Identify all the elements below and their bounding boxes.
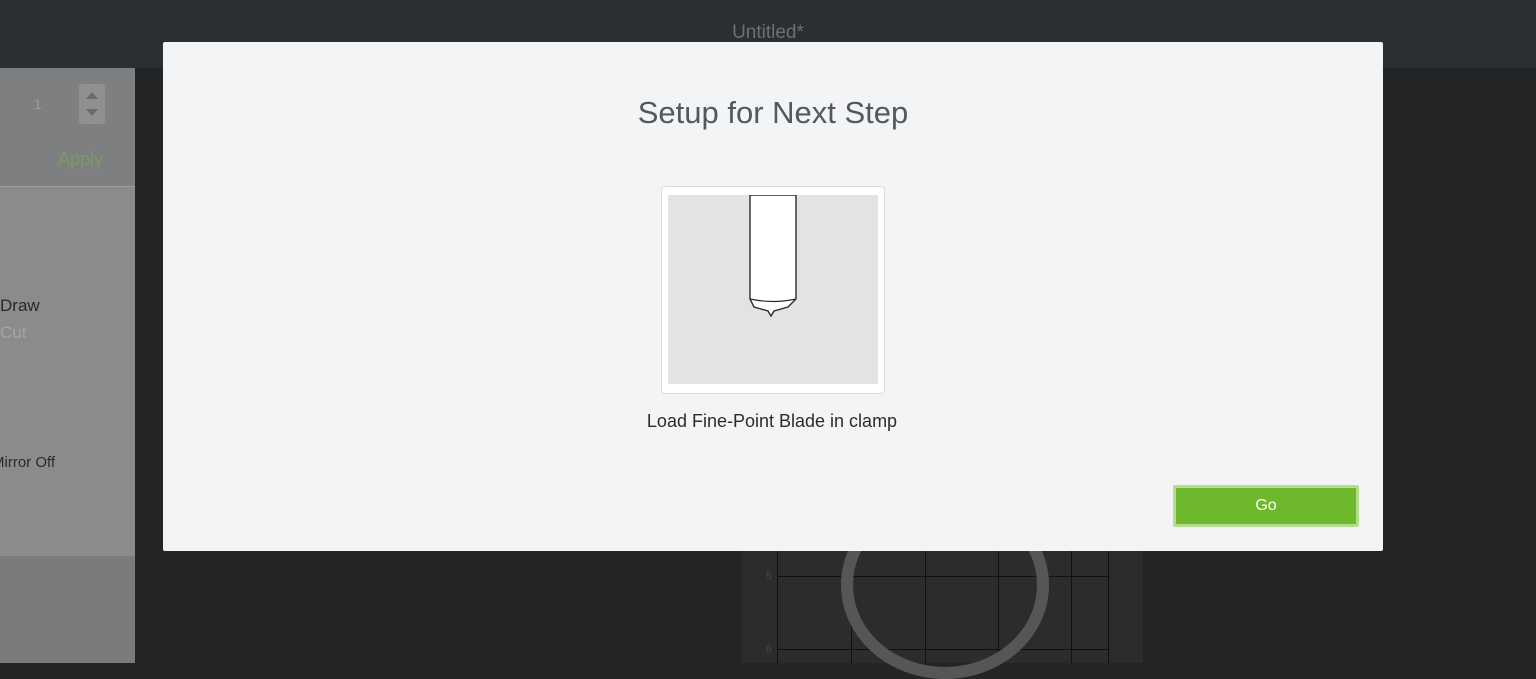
step-card (661, 186, 885, 394)
go-button[interactable]: Go (1173, 485, 1359, 527)
setup-dialog: Setup for Next Step Load Fine-Point Blad… (163, 42, 1383, 551)
blade-illustration (668, 195, 878, 384)
fine-point-blade-icon (749, 195, 797, 318)
dialog-title: Setup for Next Step (637, 95, 909, 130)
step-caption: Load Fine-Point Blade in clamp (646, 411, 898, 431)
